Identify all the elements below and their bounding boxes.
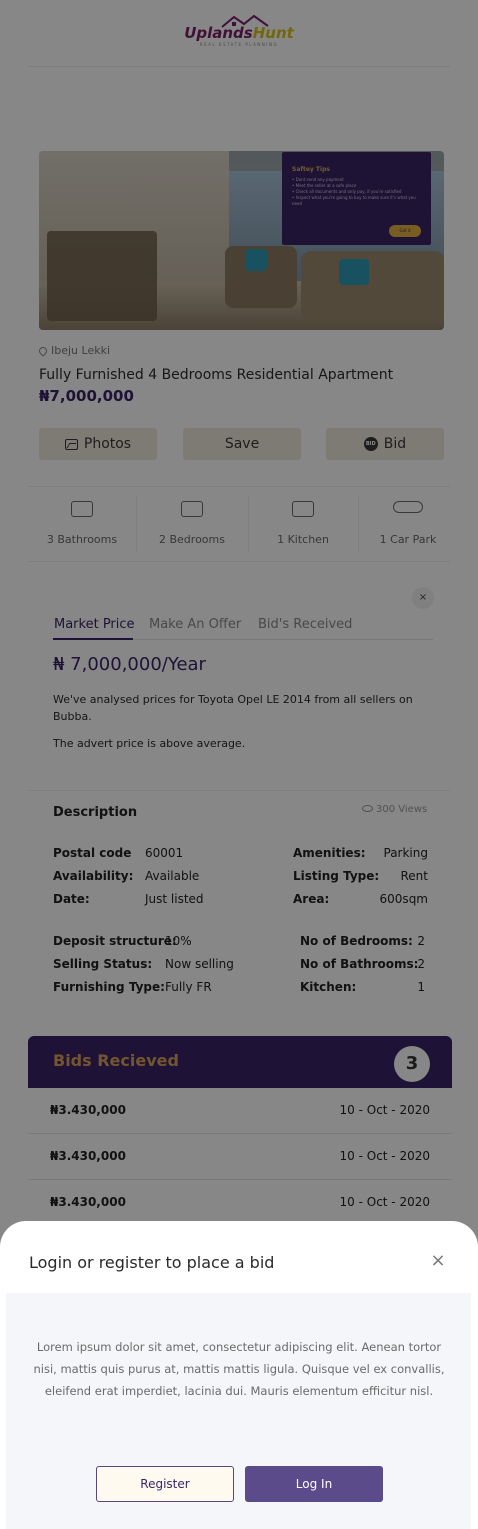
sheet-title: Login or register to place a bid bbox=[29, 1253, 275, 1272]
close-sheet-button[interactable]: × bbox=[428, 1251, 448, 1271]
sheet-body bbox=[6, 1293, 471, 1529]
login-button[interactable]: Log In bbox=[245, 1466, 383, 1502]
register-button[interactable]: Register bbox=[96, 1466, 234, 1502]
sheet-description: Lorem ipsum dolor sit amet, consectetur … bbox=[33, 1340, 445, 1398]
